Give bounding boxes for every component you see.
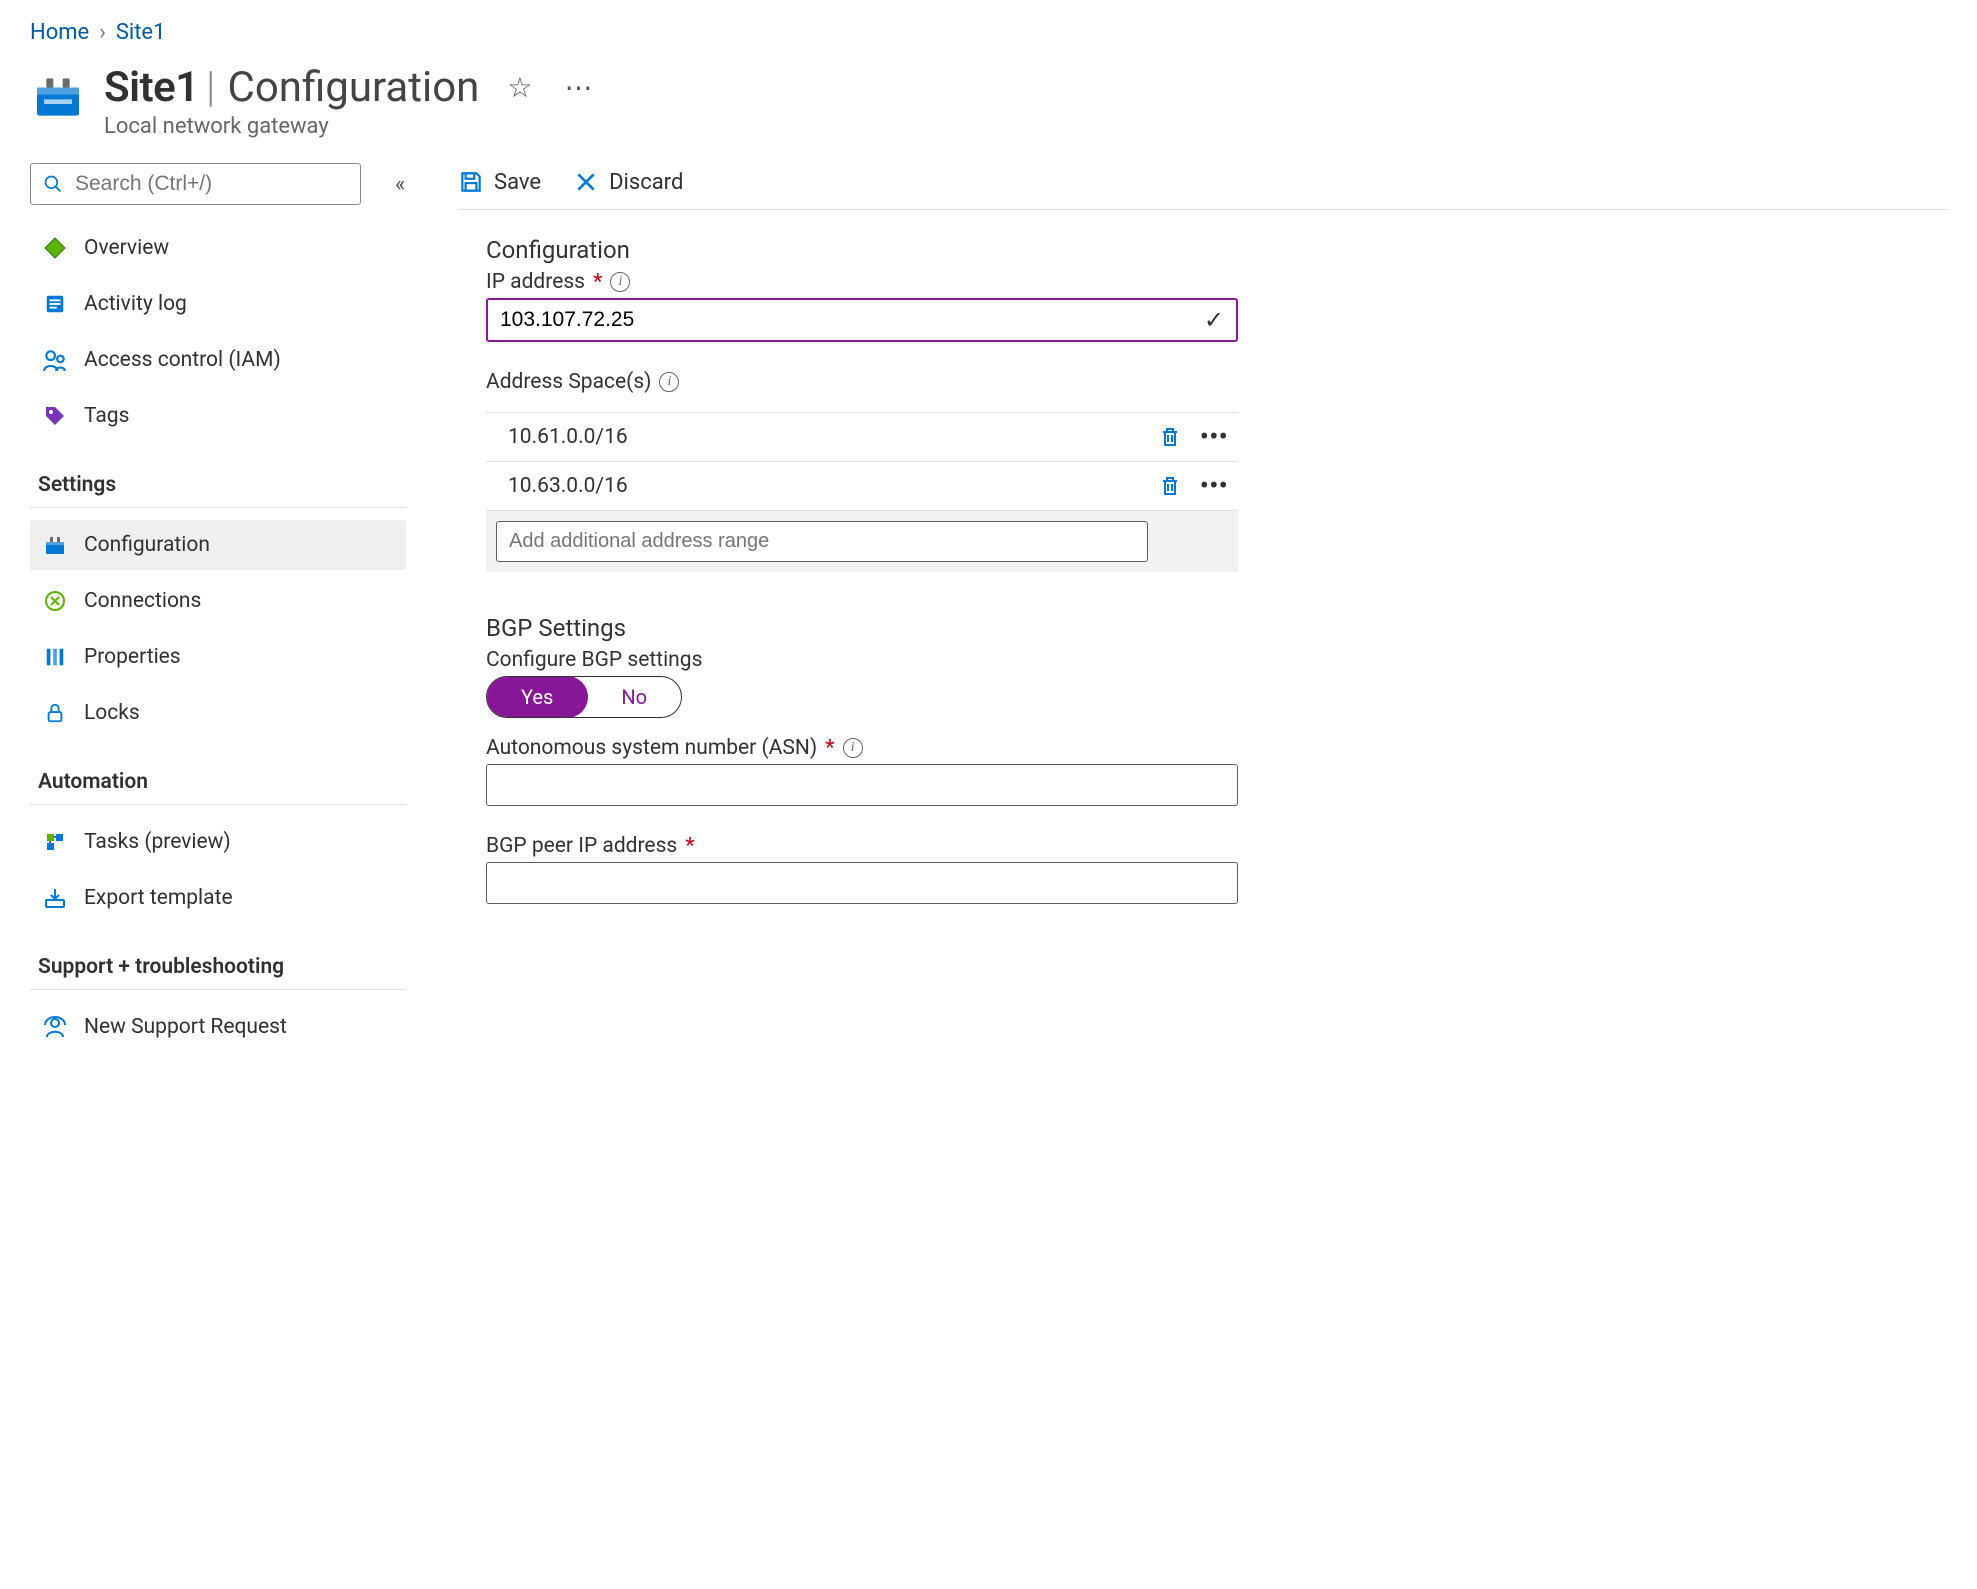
- activity-log-icon: [42, 291, 68, 317]
- breadcrumb-site-link[interactable]: Site1: [116, 20, 166, 45]
- discard-icon: [573, 169, 599, 195]
- sidebar-item-label: Properties: [84, 645, 181, 669]
- configuration-icon: [42, 532, 68, 558]
- required-asterisk: *: [825, 736, 834, 760]
- discard-button[interactable]: Discard: [573, 169, 683, 195]
- address-space-value[interactable]: 10.63.0.0/16: [490, 474, 628, 498]
- sidebar-item-properties[interactable]: Properties: [30, 632, 406, 682]
- sidebar-section-settings: Settings: [30, 473, 406, 508]
- sidebar: « Overview Activity log: [30, 163, 430, 1052]
- add-address-range-input[interactable]: [496, 521, 1148, 562]
- address-space-add-row: [486, 510, 1238, 572]
- support-icon: [42, 1014, 68, 1040]
- more-icon[interactable]: •••: [1200, 479, 1228, 493]
- bgp-peer-ip-label: BGP peer IP address: [486, 834, 677, 858]
- required-asterisk: *: [593, 270, 602, 294]
- sidebar-item-activity-log[interactable]: Activity log: [30, 279, 406, 329]
- configuration-section-title: Configuration: [486, 236, 1238, 264]
- info-icon[interactable]: i: [659, 372, 679, 392]
- sidebar-item-label: Connections: [84, 589, 201, 613]
- address-space-row: 10.63.0.0/16 •••: [486, 461, 1238, 510]
- export-template-icon: [42, 885, 68, 911]
- breadcrumb-home-link[interactable]: Home: [30, 20, 89, 45]
- locks-icon: [42, 700, 68, 726]
- save-label: Save: [494, 170, 541, 195]
- sidebar-item-label: Configuration: [84, 533, 210, 557]
- resource-subtitle: Local network gateway: [104, 114, 596, 139]
- sidebar-item-locks[interactable]: Locks: [30, 688, 406, 738]
- configure-bgp-toggle[interactable]: Yes No: [486, 676, 682, 718]
- more-icon[interactable]: •••: [1200, 430, 1228, 444]
- sidebar-item-configuration[interactable]: Configuration: [30, 520, 406, 570]
- delete-icon[interactable]: [1158, 474, 1182, 498]
- checkmark-icon: ✓: [1204, 306, 1224, 334]
- sidebar-item-label: Export template: [84, 886, 233, 910]
- sidebar-item-label: New Support Request: [84, 1015, 287, 1039]
- save-button[interactable]: Save: [458, 169, 541, 195]
- access-control-icon: [42, 347, 68, 373]
- info-icon[interactable]: i: [843, 738, 863, 758]
- address-space-value[interactable]: 10.61.0.0/16: [490, 425, 628, 449]
- address-spaces-label: Address Space(s): [486, 370, 651, 394]
- ip-address-label: IP address: [486, 270, 585, 294]
- main-content: Save Discard Configuration IP address * …: [430, 163, 1947, 1052]
- sidebar-item-new-support-request[interactable]: New Support Request: [30, 1002, 406, 1052]
- page-header: Site1 | Configuration ☆ ⋯ Local network …: [30, 63, 1947, 139]
- sidebar-item-label: Overview: [84, 236, 169, 260]
- properties-icon: [42, 644, 68, 670]
- address-space-list: 10.61.0.0/16 ••• 10.63.0.0/16: [486, 412, 1238, 572]
- toggle-yes[interactable]: Yes: [486, 676, 588, 718]
- local-network-gateway-icon: [30, 69, 86, 125]
- required-asterisk: *: [685, 834, 694, 858]
- sidebar-item-label: Locks: [84, 701, 140, 725]
- delete-icon[interactable]: [1158, 425, 1182, 449]
- tasks-icon: [42, 829, 68, 855]
- overview-icon: [42, 235, 68, 261]
- sidebar-item-export-template[interactable]: Export template: [30, 873, 406, 923]
- toolbar: Save Discard: [458, 163, 1947, 210]
- address-space-row: 10.61.0.0/16 •••: [486, 412, 1238, 461]
- connections-icon: [42, 588, 68, 614]
- asn-label: Autonomous system number (ASN): [486, 736, 817, 760]
- title-block: Site1 | Configuration ☆ ⋯ Local network …: [104, 63, 596, 139]
- sidebar-item-connections[interactable]: Connections: [30, 576, 406, 626]
- breadcrumb: Home › Site1: [30, 20, 1947, 45]
- sidebar-item-label: Tags: [84, 404, 129, 428]
- more-actions-icon[interactable]: ⋯: [560, 70, 596, 106]
- chevron-right-icon: ›: [99, 20, 106, 45]
- collapse-sidebar-icon[interactable]: «: [389, 166, 411, 203]
- save-icon: [458, 169, 484, 195]
- sidebar-section-automation: Automation: [30, 770, 406, 805]
- sidebar-item-label: Access control (IAM): [84, 348, 281, 372]
- configure-bgp-label: Configure BGP settings: [486, 648, 702, 672]
- sidebar-item-tags[interactable]: Tags: [30, 391, 406, 441]
- sidebar-item-tasks[interactable]: Tasks (preview): [30, 817, 406, 867]
- sidebar-item-overview[interactable]: Overview: [30, 223, 406, 273]
- tags-icon: [42, 403, 68, 429]
- ip-address-input[interactable]: [486, 298, 1238, 342]
- sidebar-search-input[interactable]: [30, 163, 361, 205]
- search-icon: [43, 174, 63, 194]
- bgp-peer-ip-input[interactable]: [486, 862, 1238, 904]
- favorite-star-icon[interactable]: ☆: [503, 70, 536, 106]
- bgp-section-title: BGP Settings: [486, 614, 1238, 642]
- sidebar-item-label: Activity log: [84, 292, 187, 316]
- discard-label: Discard: [609, 170, 683, 195]
- page-title: Configuration: [228, 63, 480, 112]
- sidebar-section-support: Support + troubleshooting: [30, 955, 406, 990]
- sidebar-item-label: Tasks (preview): [84, 830, 231, 854]
- toggle-no[interactable]: No: [587, 677, 681, 717]
- sidebar-item-access-control[interactable]: Access control (IAM): [30, 335, 406, 385]
- asn-input[interactable]: [486, 764, 1238, 806]
- info-icon[interactable]: i: [610, 272, 630, 292]
- resource-title: Site1: [104, 63, 199, 112]
